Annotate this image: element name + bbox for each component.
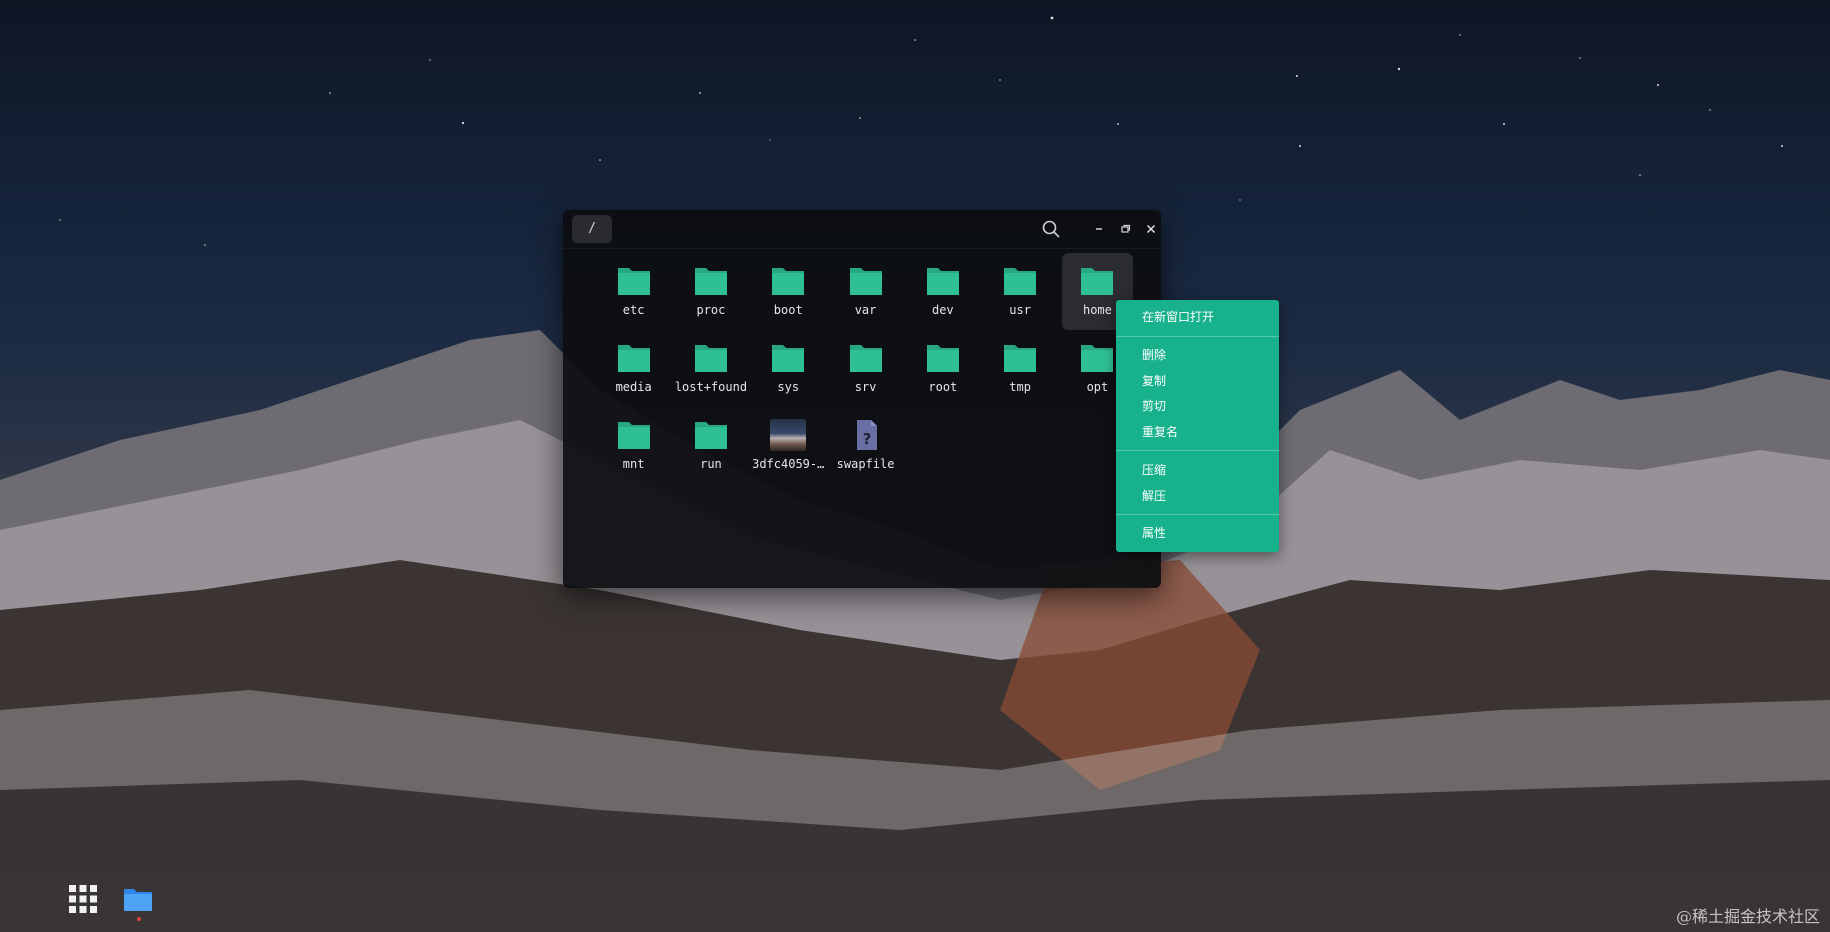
file-item-etc[interactable]: etc: [595, 255, 672, 332]
path-breadcrumb[interactable]: /: [572, 215, 612, 243]
folder-icon: [925, 342, 961, 374]
file-item-var[interactable]: var: [827, 255, 904, 332]
active-indicator: [137, 917, 141, 921]
file-item-lost-found[interactable]: lost+found: [672, 332, 749, 409]
maximize-icon[interactable]: [1115, 219, 1135, 239]
file-item-media[interactable]: media: [595, 332, 672, 409]
file-item-swapfile[interactable]: ? swapfile: [827, 409, 904, 486]
file-item-dev[interactable]: dev: [904, 255, 981, 332]
file-label: var: [854, 303, 877, 317]
menu-separator: [1116, 514, 1279, 515]
file-label: sys: [777, 380, 800, 394]
file-label: srv: [854, 380, 877, 394]
menu-separator: [1116, 336, 1279, 337]
dock: [0, 872, 1830, 932]
app-grid-icon[interactable]: [68, 884, 98, 914]
file-label: tmp: [1009, 380, 1031, 394]
folder-icon: [1079, 265, 1115, 297]
file-label: boot: [773, 303, 803, 317]
desktop: / etc proc boot var dev usr home media lost+foun…: [0, 0, 1830, 932]
file-label: 3dfc4059-…: [752, 457, 825, 471]
folder-icon: [693, 265, 729, 297]
file-item-boot[interactable]: boot: [750, 255, 827, 332]
file-item-usr[interactable]: usr: [981, 255, 1058, 332]
unknown-file-icon: ?: [848, 419, 884, 451]
menu-item-delete[interactable]: 删除: [1116, 343, 1279, 367]
file-label: usr: [1009, 303, 1031, 317]
file-label: media: [615, 380, 652, 394]
file-label: swapfile: [836, 457, 895, 471]
watermark: @稀土掘金技术社区: [1675, 907, 1820, 926]
file-label: mnt: [622, 457, 645, 471]
file-item-tmp[interactable]: tmp: [981, 332, 1058, 409]
menu-item-extract[interactable]: 解压: [1116, 484, 1279, 508]
folder-icon: [1002, 265, 1038, 297]
context-menu: 在新窗口打开 删除 复制 剪切 重复名 压缩 解压 属性: [1116, 300, 1279, 552]
menu-item-open-in-new-window[interactable]: 在新窗口打开: [1116, 305, 1279, 329]
file-label: proc: [696, 303, 726, 317]
folder-icon: [848, 265, 884, 297]
folder-icon: [1079, 342, 1115, 374]
folder-icon: [693, 342, 729, 374]
file-manager-window: / etc proc boot var dev usr home media lost+foun…: [563, 210, 1161, 588]
file-label: root: [928, 380, 958, 394]
image-thumbnail: [770, 419, 807, 451]
folder-icon: [616, 265, 652, 297]
folder-icon: [848, 342, 884, 374]
menu-item-copy[interactable]: 复制: [1116, 369, 1279, 393]
folder-icon: [770, 265, 806, 297]
folder-icon: [616, 342, 652, 374]
folder-icon: [1002, 342, 1038, 374]
file-label: run: [700, 457, 722, 471]
file-item-proc[interactable]: proc: [672, 255, 749, 332]
minimize-icon[interactable]: [1089, 219, 1109, 239]
file-item-run[interactable]: run: [672, 409, 749, 486]
folder-icon[interactable]: [122, 884, 154, 914]
file-item-mnt[interactable]: mnt: [595, 409, 672, 486]
file-label: etc: [622, 303, 645, 317]
menu-item-cut[interactable]: 剪切: [1116, 394, 1279, 418]
menu-item-compress[interactable]: 压缩: [1116, 458, 1279, 482]
file-label: home: [1082, 303, 1112, 317]
file-label: lost+found: [674, 380, 748, 394]
menu-item-properties[interactable]: 属性: [1116, 521, 1279, 545]
file-item-sys[interactable]: sys: [750, 332, 827, 409]
menu-separator: [1116, 450, 1279, 451]
file-label: dev: [931, 303, 954, 317]
file-label: opt: [1086, 380, 1109, 394]
search-icon[interactable]: [1041, 219, 1061, 239]
menu-item-rename[interactable]: 重复名: [1116, 420, 1279, 444]
folder-icon: [693, 419, 729, 451]
file-grid: etc proc boot var dev usr home media lost+found s…: [595, 253, 1147, 486]
folder-icon: [925, 265, 961, 297]
folder-icon: [616, 419, 652, 451]
file-item-root[interactable]: root: [904, 332, 981, 409]
folder-icon: [770, 342, 806, 374]
title-bar: /: [563, 210, 1161, 249]
file-item-3dfc4059[interactable]: 3dfc4059-…: [750, 409, 827, 486]
close-icon[interactable]: [1141, 219, 1161, 239]
svg-text:?: ?: [862, 430, 871, 448]
file-item-srv[interactable]: srv: [827, 332, 904, 409]
